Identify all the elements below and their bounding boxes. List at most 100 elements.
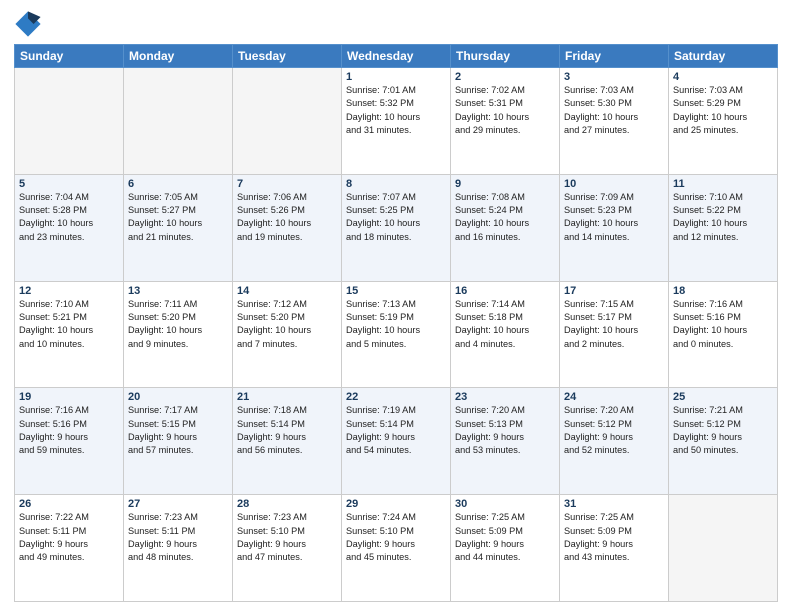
calendar-cell: 29Sunrise: 7:24 AM Sunset: 5:10 PM Dayli… (342, 495, 451, 602)
calendar-cell: 30Sunrise: 7:25 AM Sunset: 5:09 PM Dayli… (451, 495, 560, 602)
day-info: Sunrise: 7:24 AM Sunset: 5:10 PM Dayligh… (346, 511, 446, 564)
calendar-cell: 10Sunrise: 7:09 AM Sunset: 5:23 PM Dayli… (560, 174, 669, 281)
calendar-cell: 6Sunrise: 7:05 AM Sunset: 5:27 PM Daylig… (124, 174, 233, 281)
calendar-cell (124, 68, 233, 175)
calendar-cell: 7Sunrise: 7:06 AM Sunset: 5:26 PM Daylig… (233, 174, 342, 281)
calendar-week-3: 12Sunrise: 7:10 AM Sunset: 5:21 PM Dayli… (15, 281, 778, 388)
calendar-cell: 22Sunrise: 7:19 AM Sunset: 5:14 PM Dayli… (342, 388, 451, 495)
day-info: Sunrise: 7:01 AM Sunset: 5:32 PM Dayligh… (346, 84, 446, 137)
day-number: 7 (237, 178, 337, 190)
day-number: 21 (237, 391, 337, 403)
calendar-cell: 13Sunrise: 7:11 AM Sunset: 5:20 PM Dayli… (124, 281, 233, 388)
calendar-table: SundayMondayTuesdayWednesdayThursdayFrid… (14, 44, 778, 602)
calendar-cell: 25Sunrise: 7:21 AM Sunset: 5:12 PM Dayli… (669, 388, 778, 495)
day-info: Sunrise: 7:17 AM Sunset: 5:15 PM Dayligh… (128, 404, 228, 457)
logo (14, 10, 46, 38)
day-info: Sunrise: 7:15 AM Sunset: 5:17 PM Dayligh… (564, 298, 664, 351)
day-info: Sunrise: 7:20 AM Sunset: 5:13 PM Dayligh… (455, 404, 555, 457)
logo-icon (14, 10, 42, 38)
calendar-week-5: 26Sunrise: 7:22 AM Sunset: 5:11 PM Dayli… (15, 495, 778, 602)
day-number: 15 (346, 285, 446, 297)
day-number: 2 (455, 71, 555, 83)
day-info: Sunrise: 7:09 AM Sunset: 5:23 PM Dayligh… (564, 191, 664, 244)
calendar-cell: 5Sunrise: 7:04 AM Sunset: 5:28 PM Daylig… (15, 174, 124, 281)
day-number: 22 (346, 391, 446, 403)
day-number: 11 (673, 178, 773, 190)
calendar-header-tuesday: Tuesday (233, 45, 342, 68)
day-number: 25 (673, 391, 773, 403)
day-number: 27 (128, 498, 228, 510)
calendar-header-wednesday: Wednesday (342, 45, 451, 68)
calendar-cell: 19Sunrise: 7:16 AM Sunset: 5:16 PM Dayli… (15, 388, 124, 495)
calendar-body: 1Sunrise: 7:01 AM Sunset: 5:32 PM Daylig… (15, 68, 778, 602)
day-info: Sunrise: 7:12 AM Sunset: 5:20 PM Dayligh… (237, 298, 337, 351)
day-number: 17 (564, 285, 664, 297)
day-info: Sunrise: 7:04 AM Sunset: 5:28 PM Dayligh… (19, 191, 119, 244)
calendar-cell: 8Sunrise: 7:07 AM Sunset: 5:25 PM Daylig… (342, 174, 451, 281)
day-info: Sunrise: 7:07 AM Sunset: 5:25 PM Dayligh… (346, 191, 446, 244)
calendar-cell: 12Sunrise: 7:10 AM Sunset: 5:21 PM Dayli… (15, 281, 124, 388)
day-info: Sunrise: 7:08 AM Sunset: 5:24 PM Dayligh… (455, 191, 555, 244)
day-info: Sunrise: 7:20 AM Sunset: 5:12 PM Dayligh… (564, 404, 664, 457)
calendar-cell: 9Sunrise: 7:08 AM Sunset: 5:24 PM Daylig… (451, 174, 560, 281)
calendar-cell: 16Sunrise: 7:14 AM Sunset: 5:18 PM Dayli… (451, 281, 560, 388)
day-number: 18 (673, 285, 773, 297)
day-number: 28 (237, 498, 337, 510)
day-number: 26 (19, 498, 119, 510)
day-info: Sunrise: 7:25 AM Sunset: 5:09 PM Dayligh… (564, 511, 664, 564)
calendar-cell: 11Sunrise: 7:10 AM Sunset: 5:22 PM Dayli… (669, 174, 778, 281)
page: SundayMondayTuesdayWednesdayThursdayFrid… (0, 0, 792, 612)
day-number: 6 (128, 178, 228, 190)
calendar-cell: 3Sunrise: 7:03 AM Sunset: 5:30 PM Daylig… (560, 68, 669, 175)
day-info: Sunrise: 7:06 AM Sunset: 5:26 PM Dayligh… (237, 191, 337, 244)
day-info: Sunrise: 7:23 AM Sunset: 5:11 PM Dayligh… (128, 511, 228, 564)
day-info: Sunrise: 7:16 AM Sunset: 5:16 PM Dayligh… (673, 298, 773, 351)
calendar-cell: 2Sunrise: 7:02 AM Sunset: 5:31 PM Daylig… (451, 68, 560, 175)
calendar-header-thursday: Thursday (451, 45, 560, 68)
day-number: 19 (19, 391, 119, 403)
day-number: 5 (19, 178, 119, 190)
day-number: 14 (237, 285, 337, 297)
calendar-week-4: 19Sunrise: 7:16 AM Sunset: 5:16 PM Dayli… (15, 388, 778, 495)
day-number: 23 (455, 391, 555, 403)
day-number: 31 (564, 498, 664, 510)
day-number: 16 (455, 285, 555, 297)
day-number: 24 (564, 391, 664, 403)
day-info: Sunrise: 7:23 AM Sunset: 5:10 PM Dayligh… (237, 511, 337, 564)
day-number: 29 (346, 498, 446, 510)
calendar-cell: 18Sunrise: 7:16 AM Sunset: 5:16 PM Dayli… (669, 281, 778, 388)
calendar-cell: 23Sunrise: 7:20 AM Sunset: 5:13 PM Dayli… (451, 388, 560, 495)
calendar-cell: 27Sunrise: 7:23 AM Sunset: 5:11 PM Dayli… (124, 495, 233, 602)
day-info: Sunrise: 7:02 AM Sunset: 5:31 PM Dayligh… (455, 84, 555, 137)
calendar-cell (233, 68, 342, 175)
calendar-cell: 17Sunrise: 7:15 AM Sunset: 5:17 PM Dayli… (560, 281, 669, 388)
header (14, 10, 778, 38)
calendar-week-1: 1Sunrise: 7:01 AM Sunset: 5:32 PM Daylig… (15, 68, 778, 175)
calendar-header-row: SundayMondayTuesdayWednesdayThursdayFrid… (15, 45, 778, 68)
day-info: Sunrise: 7:03 AM Sunset: 5:29 PM Dayligh… (673, 84, 773, 137)
day-number: 30 (455, 498, 555, 510)
day-info: Sunrise: 7:03 AM Sunset: 5:30 PM Dayligh… (564, 84, 664, 137)
calendar-cell: 26Sunrise: 7:22 AM Sunset: 5:11 PM Dayli… (15, 495, 124, 602)
day-info: Sunrise: 7:19 AM Sunset: 5:14 PM Dayligh… (346, 404, 446, 457)
day-number: 4 (673, 71, 773, 83)
day-info: Sunrise: 7:22 AM Sunset: 5:11 PM Dayligh… (19, 511, 119, 564)
day-info: Sunrise: 7:21 AM Sunset: 5:12 PM Dayligh… (673, 404, 773, 457)
calendar-cell: 14Sunrise: 7:12 AM Sunset: 5:20 PM Dayli… (233, 281, 342, 388)
day-info: Sunrise: 7:13 AM Sunset: 5:19 PM Dayligh… (346, 298, 446, 351)
day-info: Sunrise: 7:16 AM Sunset: 5:16 PM Dayligh… (19, 404, 119, 457)
calendar-cell (669, 495, 778, 602)
day-number: 1 (346, 71, 446, 83)
calendar-cell: 31Sunrise: 7:25 AM Sunset: 5:09 PM Dayli… (560, 495, 669, 602)
day-number: 8 (346, 178, 446, 190)
calendar-cell: 20Sunrise: 7:17 AM Sunset: 5:15 PM Dayli… (124, 388, 233, 495)
calendar-header-saturday: Saturday (669, 45, 778, 68)
calendar-cell: 1Sunrise: 7:01 AM Sunset: 5:32 PM Daylig… (342, 68, 451, 175)
calendar-cell (15, 68, 124, 175)
calendar-cell: 15Sunrise: 7:13 AM Sunset: 5:19 PM Dayli… (342, 281, 451, 388)
day-info: Sunrise: 7:11 AM Sunset: 5:20 PM Dayligh… (128, 298, 228, 351)
day-info: Sunrise: 7:05 AM Sunset: 5:27 PM Dayligh… (128, 191, 228, 244)
calendar-header-monday: Monday (124, 45, 233, 68)
day-number: 9 (455, 178, 555, 190)
calendar-header-friday: Friday (560, 45, 669, 68)
